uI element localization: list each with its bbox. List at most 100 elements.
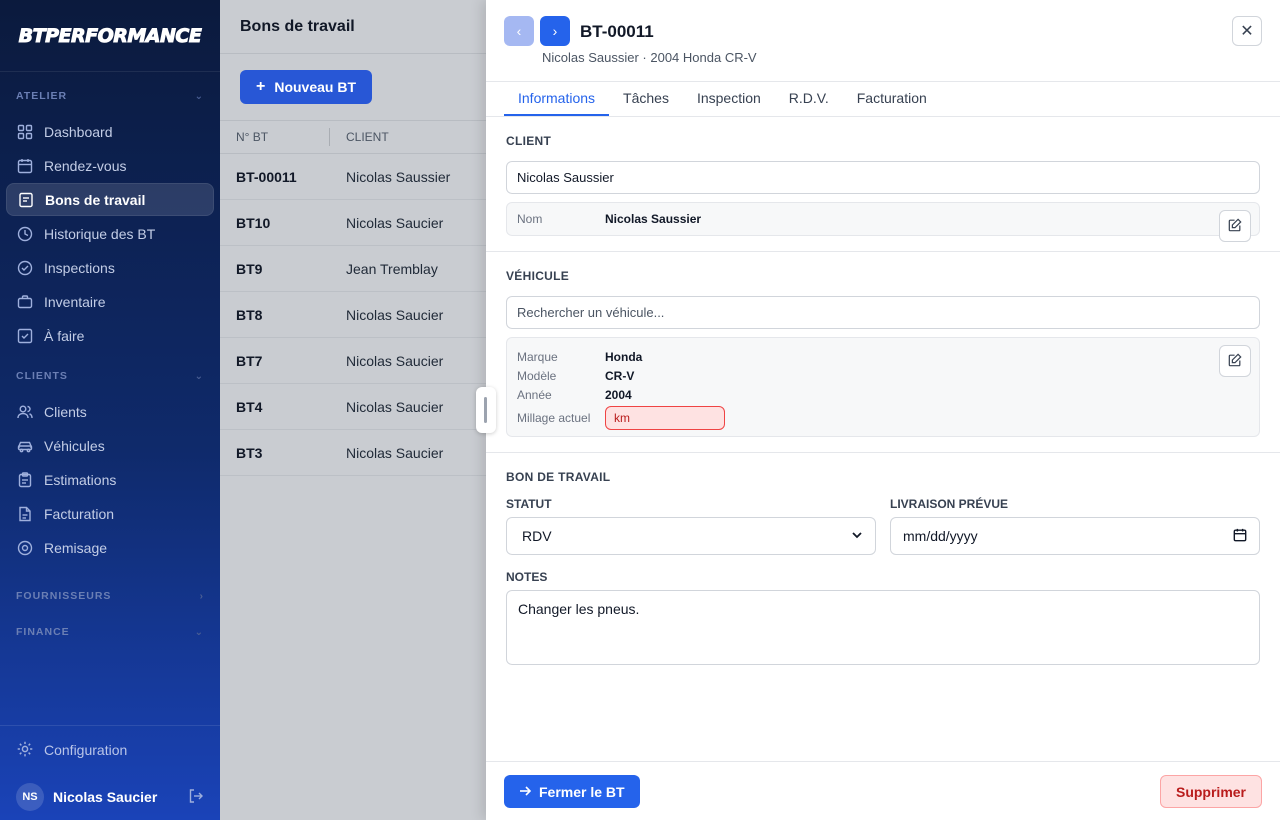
row-client: Nicolas Saussier [346,168,451,185]
chevron-right-icon: › [552,23,558,39]
sidebar-item-a-faire[interactable]: À faire [6,319,214,352]
work-orders-list: Bons de travail + Nouveau BT N° BT CLIENT… [220,0,486,820]
close-button[interactable]: ✕ [1232,16,1262,46]
new-bt-button[interactable]: + Nouveau BT [240,70,373,104]
chevron-right-icon: › [199,590,204,602]
arrow-right-icon [519,784,532,800]
tab-informations[interactable]: Informations [504,82,610,116]
next-button[interactable]: › [540,16,570,46]
sidebar-item-historique[interactable]: Historique des BT [6,217,214,250]
sidebar-item-rendez-vous[interactable]: Rendez-vous [6,149,214,182]
chevron-down-icon: ⌄ [194,90,204,102]
sidebar-item-inventaire[interactable]: Inventaire [6,285,214,318]
sidebar-item-remisage[interactable]: Remisage [6,531,214,564]
year-value: 2004 [605,387,632,402]
row-client: Nicolas Saucier [346,444,444,461]
section-atelier[interactable]: ATELIER ⌄ [0,78,220,114]
tab-inspection[interactable]: Inspection [683,82,775,116]
column-header-client[interactable]: CLIENT [330,130,389,144]
row-bt-number: BT7 [236,352,263,369]
tab-taches[interactable]: Tâches [609,82,683,116]
clipboard-icon [16,471,34,489]
sidebar-item-clients[interactable]: Clients [6,395,214,428]
row-bt-number: BT4 [236,398,263,415]
sidebar-item-estimations[interactable]: Estimations [6,463,214,496]
edit-client-button[interactable] [1219,210,1251,242]
chevron-left-icon: ‹ [516,23,522,39]
year-label: Année [517,387,552,402]
sidebar-item-inspections[interactable]: Inspections [6,251,214,284]
status-value: RDV [522,528,552,544]
checkbox-icon [16,327,34,345]
close-bt-button[interactable]: Fermer le BT [504,775,640,808]
mileage-label: Millage actuel [517,411,591,425]
panel-header: ‹ › BT-00011 Nicolas Saussier · 2004 Hon… [486,0,1280,82]
table-row[interactable]: BT8 Nicolas Saucier [220,292,486,338]
delete-button[interactable]: Supprimer [1159,775,1262,808]
row-client: Nicolas Saucier [346,352,444,369]
users-icon [16,403,34,421]
table-row[interactable]: BT7 Nicolas Saucier [220,338,486,384]
make-label: Marque [517,349,558,364]
resize-handle[interactable] [476,387,496,433]
panel-tabs: Informations Tâches Inspection R.D.V. Fa… [486,82,1280,117]
chevron-down-icon [851,528,863,544]
sidebar-item-dashboard[interactable]: Dashboard [6,115,214,148]
user-profile[interactable]: NS Nicolas Saucier [0,774,220,820]
section-clients[interactable]: CLIENTS ⌄ [0,358,220,394]
client-input[interactable]: Nicolas Saussier [506,161,1260,194]
calendar-icon[interactable] [1233,528,1247,545]
edit-vehicle-button[interactable] [1219,345,1251,377]
avatar: NS [16,783,44,811]
gear-icon [16,740,34,761]
sidebar-item-facturation[interactable]: Facturation [6,497,214,530]
row-bt-number: BT-00011 [236,168,297,185]
table-row[interactable]: BT-00011 Nicolas Saussier [220,154,486,200]
client-name-value: Nicolas Saussier [605,212,702,226]
chevron-down-icon: ⌄ [194,626,204,638]
section-finance[interactable]: FINANCE ⌄ [0,614,220,650]
model-value: CR-V [605,368,635,383]
work-order-panel: ‹ › BT-00011 Nicolas Saussier · 2004 Hon… [486,0,1280,820]
user-name: Nicolas Saucier [53,789,158,805]
sidebar-item-configuration[interactable]: Configuration [0,726,220,774]
status-field: STATUT RDV [506,497,876,555]
previous-button[interactable]: ‹ [504,16,534,46]
logo[interactable]: BTPERFORMANCE [0,0,220,72]
client-name-row: Nom Nicolas Saussier [507,203,1259,235]
row-client: Nicolas Saucier [346,398,444,415]
client-info-box: Nom Nicolas Saussier [506,202,1260,242]
table-row[interactable]: BT4 Nicolas Saucier [220,384,486,430]
page-title: Bons de travail [220,0,486,54]
tab-facturation[interactable]: Facturation [843,82,941,116]
notes-textarea[interactable]: Changer les pneus. [506,590,1260,665]
document-icon [17,191,35,209]
chevron-down-icon: ⌄ [194,370,204,382]
sidebar-item-vehicules[interactable]: Véhicules [6,429,214,462]
table-row[interactable]: BT10 Nicolas Saucier [220,200,486,246]
row-bt-number: BT10 [236,214,271,231]
vehicle-model-row: Modèle CR-V [517,366,1249,385]
section-fournisseurs[interactable]: FOURNISSEURS › [0,578,220,614]
close-icon: ✕ [1240,23,1254,40]
row-client: Jean Tremblay [346,260,438,277]
work-order-section: BON DE TRAVAIL STATUT RDV LIVRAISON PRÉV… [486,453,1280,665]
status-select[interactable]: RDV [506,517,876,555]
logout-icon[interactable] [188,788,204,807]
sidebar: BTPERFORMANCE ATELIER ⌄ Dashboard Rendez-… [0,0,220,820]
delivery-date-input[interactable]: mm/dd/yyyy [890,517,1260,555]
grid-icon [16,123,34,141]
delivery-field: LIVRAISON PRÉVUE mm/dd/yyyy [890,497,1260,555]
table-header: N° BT CLIENT [220,120,486,154]
row-client: Nicolas Saucier [346,214,444,231]
work-orders-table: N° BT CLIENT BT-00011 Nicolas Saussier BT… [220,120,486,476]
table-row[interactable]: BT3 Nicolas Saucier [220,430,486,476]
tab-rdv[interactable]: R.D.V. [775,82,843,116]
clock-icon [16,225,34,243]
mileage-input[interactable]: km [605,406,725,430]
sidebar-item-bons-de-travail[interactable]: Bons de travail [6,183,214,216]
table-row[interactable]: BT9 Jean Tremblay [220,246,486,292]
column-header-number[interactable]: N° BT [220,128,330,146]
vehicle-search-input[interactable]: Rechercher un véhicule... [506,296,1260,329]
briefcase-icon [16,293,34,311]
